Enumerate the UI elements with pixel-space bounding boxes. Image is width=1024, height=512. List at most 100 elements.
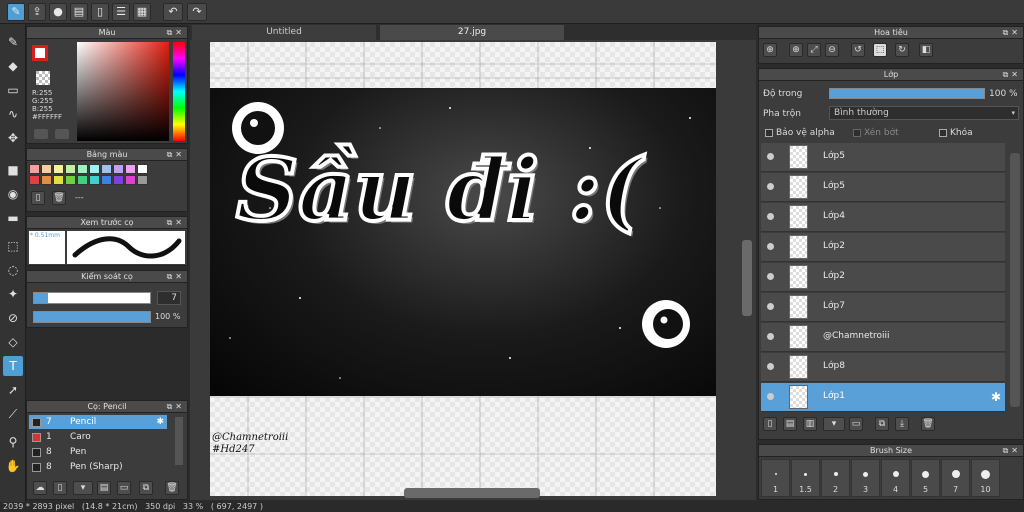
palette-swatch[interactable]: [113, 164, 124, 174]
palette-swatch[interactable]: [53, 175, 64, 185]
select-eraser-icon[interactable]: ◇: [3, 332, 23, 352]
lasso-icon[interactable]: ◌: [3, 260, 23, 280]
palette-swatch[interactable]: [29, 175, 40, 185]
new-palette-icon[interactable]: ▯: [31, 191, 45, 205]
panel-close-icon[interactable]: ⧉✕: [167, 149, 185, 161]
palette-swatch[interactable]: [137, 175, 148, 185]
pen-path-icon[interactable]: ∿: [3, 104, 23, 124]
speech-bubble-icon[interactable]: ●: [49, 3, 67, 21]
gear-icon[interactable]: ✱: [991, 390, 1001, 404]
tab-27-jpg[interactable]: 27.jpg: [380, 25, 564, 40]
canvas-area[interactable]: Sầu đi :( @Chamnetroiii #Hd247: [190, 40, 756, 500]
brush-list-scrollbar[interactable]: [175, 417, 183, 465]
brush-size-cell[interactable]: 10: [971, 459, 1000, 497]
zoom-fit-icon[interactable]: ⊕: [763, 43, 777, 57]
brush-mode-icon[interactable]: ✎: [7, 3, 25, 21]
delete-palette-icon[interactable]: 🗑: [52, 191, 66, 205]
palette-swatch[interactable]: [113, 175, 124, 185]
visibility-eye-icon[interactable]: [767, 183, 774, 190]
brush-tool-icon[interactable]: ✎: [3, 32, 23, 52]
saturation-value-picker[interactable]: [77, 42, 169, 141]
background-color-swatch[interactable]: [36, 71, 50, 85]
gradient-tool-icon[interactable]: ▬: [3, 208, 23, 228]
protect-alpha-checkbox[interactable]: Bảo vệ alpha: [765, 128, 835, 138]
select-pen-icon[interactable]: ⊘: [3, 308, 23, 328]
lock-checkbox[interactable]: Khóa: [939, 128, 973, 138]
brush-size-cell[interactable]: 1.5: [791, 459, 820, 497]
duplicate-layer-icon[interactable]: ⧉: [875, 417, 889, 431]
magic-wand-icon[interactable]: ✦: [3, 284, 23, 304]
layer-row[interactable]: Lớp1 ✱: [761, 383, 1005, 412]
layer-row[interactable]: Lớp5: [761, 173, 1005, 202]
palette-swatch[interactable]: [89, 175, 100, 185]
text-tool-icon[interactable]: T: [3, 356, 23, 376]
hand-tool-icon[interactable]: ✋: [3, 456, 23, 476]
duplicate-brush-icon[interactable]: ⧉: [139, 481, 153, 495]
document-icon[interactable]: ▯: [91, 3, 109, 21]
new-folder-icon[interactable]: ▭: [849, 417, 863, 431]
reset-rotation-icon[interactable]: ⬚: [873, 43, 887, 57]
fill-rect-icon[interactable]: ■: [3, 160, 23, 180]
panel-close-icon[interactable]: ⧉✕: [1003, 69, 1021, 81]
brush-size-cell[interactable]: 4: [881, 459, 910, 497]
color-swap-button[interactable]: [55, 129, 69, 139]
add-brush-icon[interactable]: ▾: [73, 481, 93, 495]
layer-row[interactable]: Lớp2: [761, 263, 1005, 292]
layer-row[interactable]: Lớp5: [761, 143, 1005, 172]
zoom-fit-window-icon[interactable]: ⤢: [807, 43, 821, 57]
panel-close-icon[interactable]: ⧉✕: [1003, 445, 1021, 457]
list-icon[interactable]: ☰: [112, 3, 130, 21]
tab-untitled[interactable]: Untitled: [192, 25, 376, 40]
delete-brush-icon[interactable]: 🗑: [165, 481, 179, 495]
visibility-eye-icon[interactable]: [767, 213, 774, 220]
panel-close-icon[interactable]: ⧉✕: [167, 27, 185, 39]
palette-swatch[interactable]: [41, 164, 52, 174]
move-tool-icon[interactable]: ✥: [3, 128, 23, 148]
visibility-eye-icon[interactable]: [767, 303, 774, 310]
palette-swatch[interactable]: [137, 164, 148, 174]
new-layer-8bit-icon[interactable]: ▤: [783, 417, 797, 431]
brush-opacity-slider[interactable]: [33, 311, 151, 323]
foreground-color-swatch[interactable]: [32, 45, 48, 61]
new-layer-icon[interactable]: ▯: [763, 417, 777, 431]
brush-size-cell[interactable]: 5: [911, 459, 940, 497]
vertical-scrollbar[interactable]: [742, 240, 752, 316]
palette-swatch[interactable]: [125, 175, 136, 185]
hue-slider[interactable]: [173, 42, 185, 141]
clip-checkbox[interactable]: Xén bớt: [853, 128, 899, 138]
visibility-eye-icon[interactable]: [767, 363, 774, 370]
brush-size-cell[interactable]: 1: [761, 459, 790, 497]
palette-swatch[interactable]: [125, 164, 136, 174]
operation-tool-icon[interactable]: ➚: [3, 380, 23, 400]
layer-row[interactable]: Lớp8: [761, 353, 1005, 382]
visibility-eye-icon[interactable]: [767, 273, 774, 280]
brush-settings-icon[interactable]: ☁: [33, 481, 47, 495]
brush-item[interactable]: 7 Pencil ✱: [29, 415, 167, 429]
add-layer-menu-icon[interactable]: ▾: [823, 417, 845, 431]
brush-size-cell[interactable]: 7: [941, 459, 970, 497]
palette-swatch[interactable]: [65, 175, 76, 185]
delete-layer-icon[interactable]: 🗑: [921, 417, 935, 431]
copy-brush-icon[interactable]: ▤: [97, 481, 111, 495]
horizontal-scrollbar[interactable]: [404, 488, 540, 498]
visibility-eye-icon[interactable]: [767, 153, 774, 160]
visibility-eye-icon[interactable]: [767, 333, 774, 340]
palette-swatch[interactable]: [29, 164, 40, 174]
panel-close-icon[interactable]: ⧉✕: [167, 401, 185, 413]
layer-row[interactable]: Lớp7: [761, 293, 1005, 322]
undo-icon[interactable]: ↶: [163, 3, 183, 21]
palette-swatch[interactable]: [65, 164, 76, 174]
palette-swatch[interactable]: [41, 175, 52, 185]
palette-swatch[interactable]: [101, 164, 112, 174]
palette-swatch[interactable]: [77, 164, 88, 174]
divide-frame-icon[interactable]: ⟋: [3, 404, 23, 424]
layer-opacity-slider[interactable]: [829, 88, 985, 99]
comment-icon[interactable]: ▤: [70, 3, 88, 21]
layer-row[interactable]: @Chamnetroiii: [761, 323, 1005, 352]
grid-icon[interactable]: ▦: [133, 3, 151, 21]
panel-close-icon[interactable]: ⧉✕: [167, 217, 185, 229]
eraser-tool-icon[interactable]: ◆: [3, 56, 23, 76]
palette-swatch[interactable]: [101, 175, 112, 185]
palette-swatch[interactable]: [77, 175, 88, 185]
panel-close-icon[interactable]: ⧉✕: [1003, 27, 1021, 39]
